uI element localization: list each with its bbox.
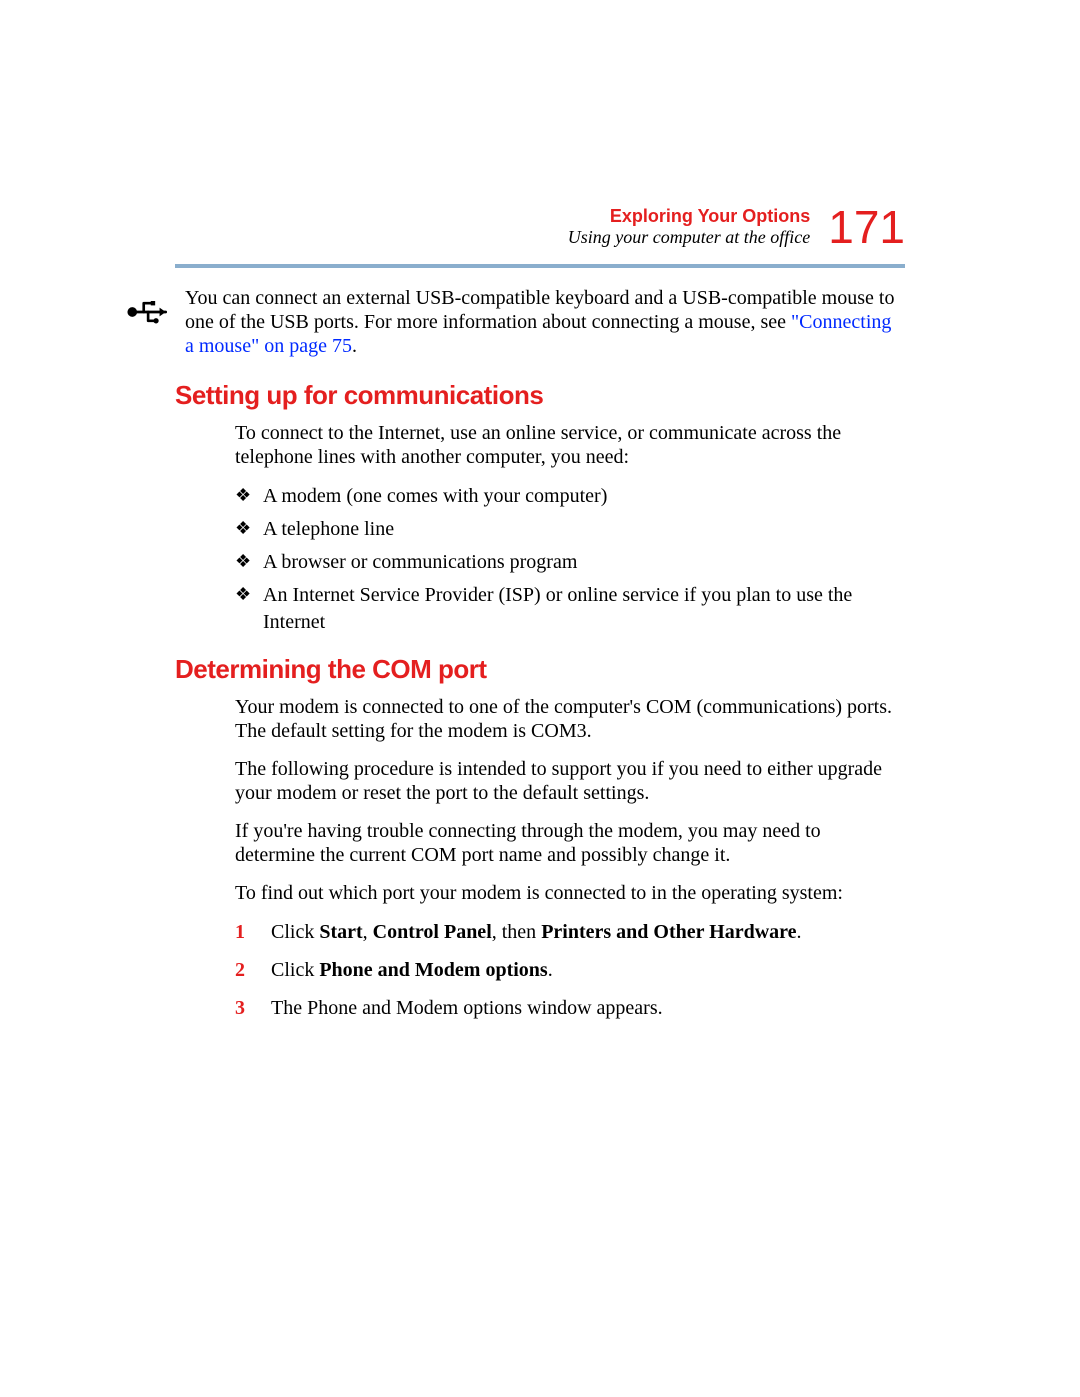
usb-text-after: . (352, 335, 357, 357)
requirements-list: A modem (one comes with your computer) A… (235, 483, 905, 636)
comm-intro-paragraph: To connect to the Internet, use an onlin… (235, 421, 905, 469)
header-text-block: Exploring Your Options Using your comput… (568, 206, 810, 248)
page-number: 171 (828, 200, 905, 254)
header-divider (175, 264, 905, 268)
step-text: . (548, 959, 553, 981)
document-page: Exploring Your Options Using your comput… (0, 0, 1080, 1397)
com-paragraph-1: Your modem is connected to one of the co… (235, 695, 905, 743)
list-item: A modem (one comes with your computer) (263, 483, 905, 510)
step-text: Click (271, 959, 319, 981)
list-item: An Internet Service Provider (ISP) or on… (263, 582, 905, 636)
step-text: . (797, 921, 802, 943)
step-3: The Phone and Modem options window appea… (235, 995, 905, 1021)
com-paragraph-3: If you're having trouble connecting thro… (235, 819, 905, 867)
step-bold: Start (319, 921, 362, 943)
usb-paragraph: You can connect an external USB-compatib… (185, 286, 905, 358)
usb-icon (127, 290, 171, 339)
step-text: Click (271, 921, 319, 943)
chapter-title: Exploring Your Options (568, 206, 810, 227)
heading-setting-up: Setting up for communications (175, 380, 905, 411)
step-text: , (363, 921, 373, 943)
step-text: The Phone and Modem options window appea… (271, 997, 663, 1019)
page-header: Exploring Your Options Using your comput… (175, 200, 905, 254)
com-paragraph-4: To find out which port your modem is con… (235, 881, 905, 905)
com-port-block: Your modem is connected to one of the co… (235, 695, 905, 1021)
step-bold: Phone and Modem options (319, 959, 547, 981)
steps-list: Click Start, Control Panel, then Printer… (235, 919, 905, 1021)
heading-com-port: Determining the COM port (175, 654, 905, 685)
step-text: , then (492, 921, 541, 943)
section-subtitle: Using your computer at the office (568, 227, 810, 248)
usb-text-before: You can connect an external USB-compatib… (185, 287, 894, 333)
step-2: Click Phone and Modem options. (235, 957, 905, 983)
list-item: A browser or communications program (263, 549, 905, 576)
com-paragraph-2: The following procedure is intended to s… (235, 757, 905, 805)
list-item: A telephone line (263, 516, 905, 543)
step-bold: Control Panel (373, 921, 492, 943)
communications-block: To connect to the Internet, use an onlin… (235, 421, 905, 636)
usb-note-block: You can connect an external USB-compatib… (175, 286, 905, 358)
step-bold: Printers and Other Hardware (541, 921, 796, 943)
step-1: Click Start, Control Panel, then Printer… (235, 919, 905, 945)
